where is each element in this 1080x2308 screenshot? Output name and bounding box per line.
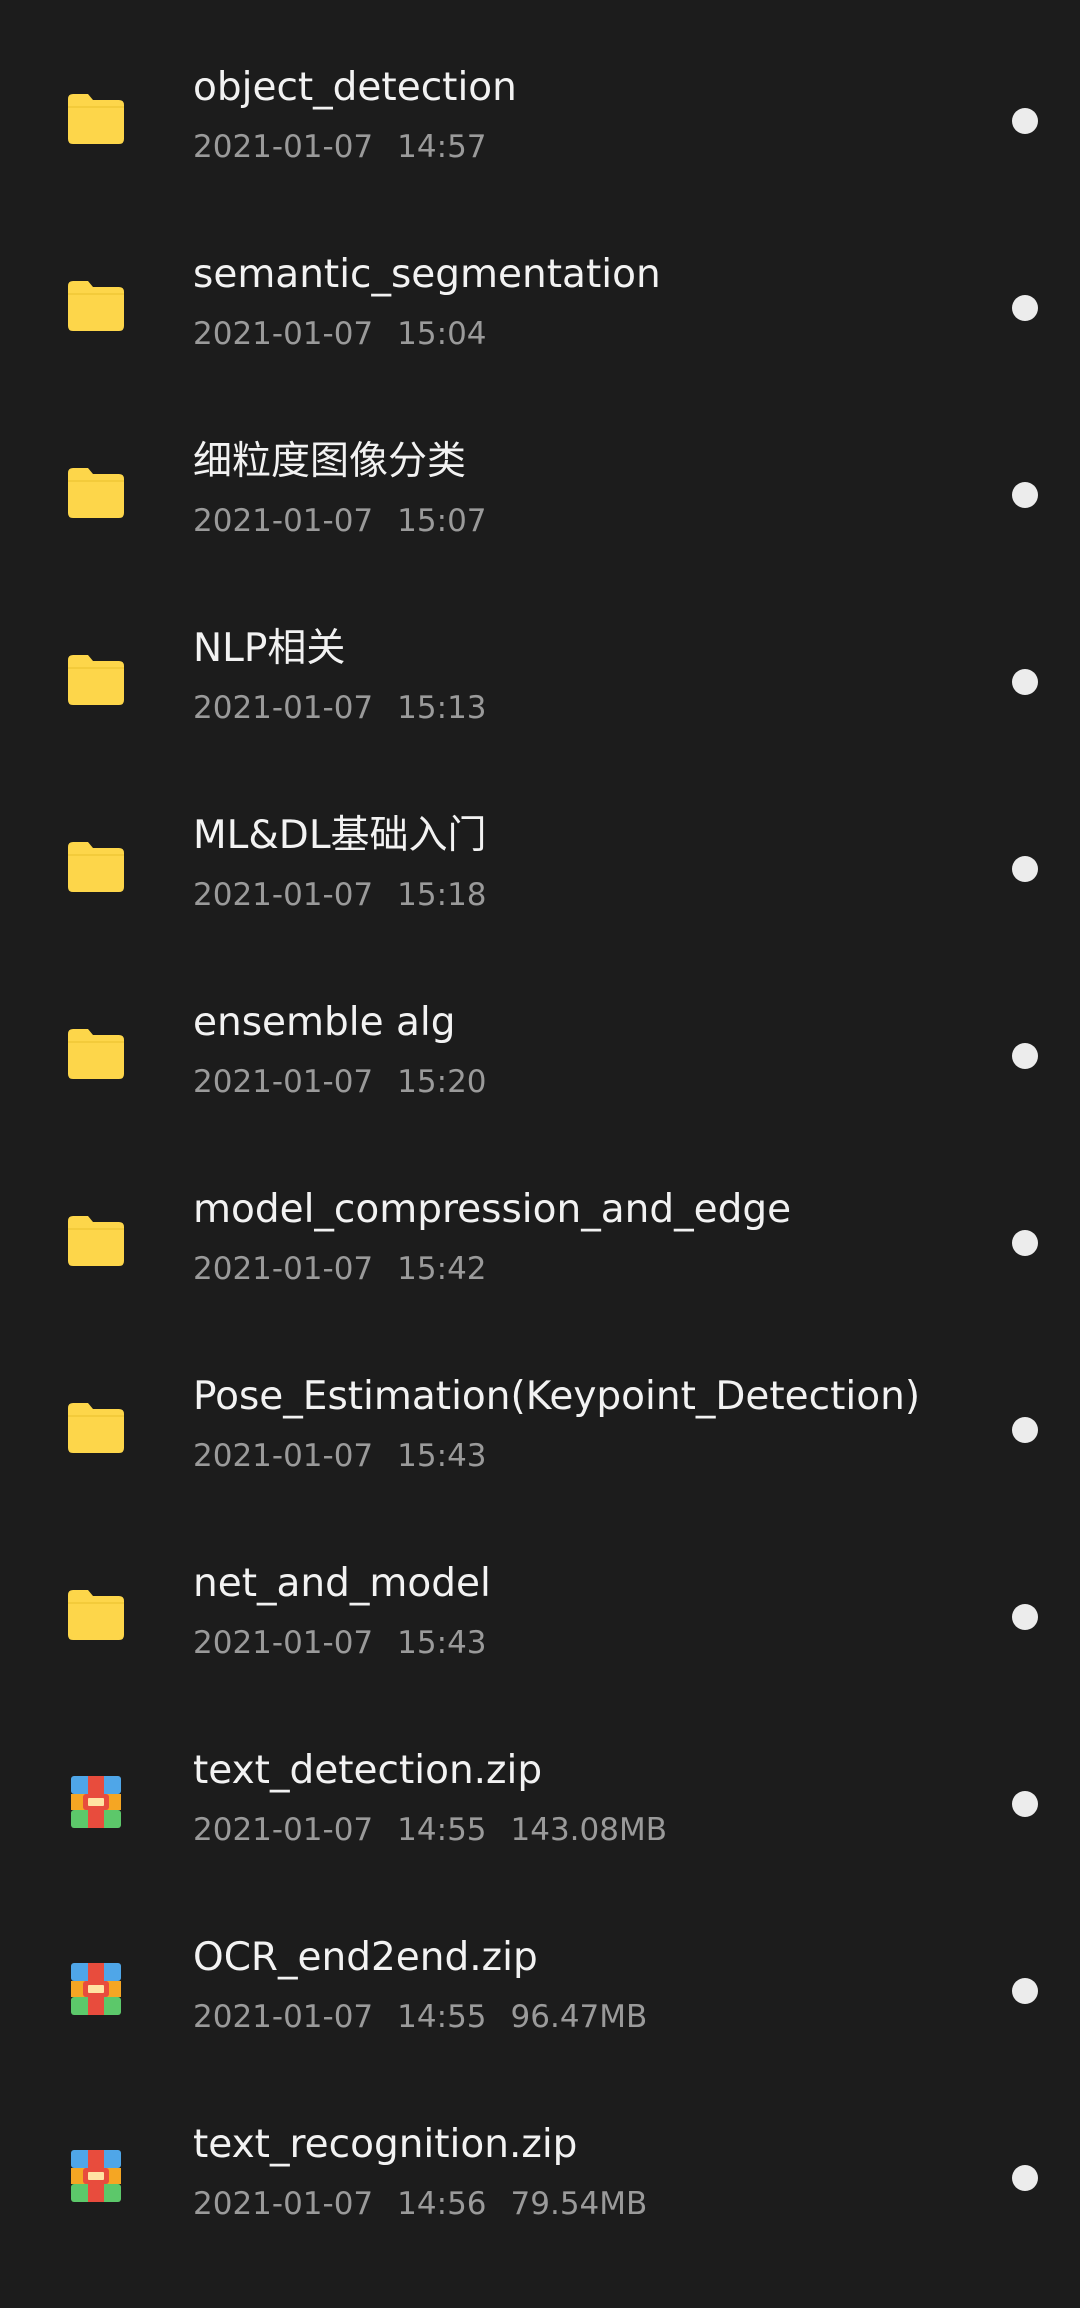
- file-date: 2021-01-07: [193, 503, 374, 539]
- select-radio-button[interactable]: [1012, 1230, 1038, 1256]
- select-radio-button[interactable]: [1012, 1978, 1038, 2004]
- file-row[interactable]: model_compression_and_edge 2021-01-07 15:…: [0, 1150, 1080, 1337]
- select-radio-button[interactable]: [1012, 1604, 1038, 1630]
- file-size: 96.47MB: [510, 1999, 648, 2035]
- file-date: 2021-01-07: [193, 129, 374, 165]
- file-date: 2021-01-07: [193, 1064, 374, 1100]
- select-radio-button[interactable]: [1012, 1791, 1038, 1817]
- file-meta: 2021-01-07 14:56 79.54MB: [193, 2189, 647, 2220]
- file-meta: 2021-01-07 14:57: [193, 132, 487, 163]
- file-time: 15:20: [397, 1064, 487, 1100]
- file-date: 2021-01-07: [193, 2186, 374, 2222]
- file-time: 15:07: [397, 503, 487, 539]
- file-meta: 2021-01-07 15:43: [193, 1441, 487, 1472]
- select-radio-button[interactable]: [1012, 1417, 1038, 1443]
- file-name: semantic_segmentation: [193, 252, 661, 297]
- file-name: 细粒度图像分类: [193, 439, 467, 484]
- file-row[interactable]: ensemble alg 2021-01-07 15:20: [0, 963, 1080, 1150]
- file-row[interactable]: OCR综述及其他 2021-01-0714:52: [0, 0, 1080, 28]
- file-time: 15:18: [397, 877, 487, 913]
- file-date: 2021-01-07: [193, 1625, 374, 1661]
- file-time: 15:42: [397, 1251, 487, 1287]
- zip-archive-icon: [71, 2150, 121, 2202]
- file-row[interactable]: NLP相关 2021-01-07 15:13: [0, 589, 1080, 776]
- file-time: 15:43: [397, 1625, 487, 1661]
- file-time: 14:55: [397, 1812, 487, 1848]
- file-time: 14:56: [397, 2186, 487, 2222]
- file-date: 2021-01-07: [193, 690, 374, 726]
- folder-icon: [68, 94, 124, 144]
- file-row[interactable]: text_detection.zip 2021-01-07 14:55 143.08…: [0, 1711, 1080, 1898]
- file-name: model_compression_and_edge: [193, 1187, 792, 1232]
- select-radio-button[interactable]: [1012, 856, 1038, 882]
- file-date: 2021-01-07: [193, 1812, 374, 1848]
- select-radio-button[interactable]: [1012, 295, 1038, 321]
- file-meta: 2021-01-07 15:13: [193, 693, 487, 724]
- file-size: 143.08MB: [510, 1812, 667, 1848]
- file-name: ML&DL基础入门: [193, 813, 487, 858]
- file-row[interactable]: Pose_Estimation(Keypoint_Detection) 2021…: [0, 1337, 1080, 1524]
- folder-icon: [68, 468, 124, 518]
- file-time: 14:57: [397, 129, 487, 165]
- zip-archive-icon: [71, 1963, 121, 2015]
- file-row[interactable]: text_recognition.zip 2021-01-07 14:56 79.5…: [0, 2085, 1080, 2272]
- file-date: 2021-01-07: [193, 1251, 374, 1287]
- file-meta: 2021-01-07 15:42: [193, 1254, 487, 1285]
- file-meta: 2021-01-07 15:04: [193, 319, 487, 350]
- file-time: 15:13: [397, 690, 487, 726]
- folder-icon: [68, 1029, 124, 1079]
- folder-icon: [68, 1590, 124, 1640]
- file-row[interactable]: semantic_segmentation 2021-01-07 15:04: [0, 215, 1080, 402]
- select-radio-button[interactable]: [1012, 669, 1038, 695]
- folder-icon: [68, 1216, 124, 1266]
- file-meta: 2021-01-07 15:07: [193, 506, 487, 537]
- file-name: text_recognition.zip: [193, 2122, 578, 2167]
- file-date: 2021-01-07: [193, 316, 374, 352]
- file-row[interactable]: 细粒度图像分类 2021-01-07 15:07: [0, 402, 1080, 589]
- file-name: NLP相关: [193, 626, 346, 671]
- file-meta: 2021-01-07 15:18: [193, 880, 487, 911]
- file-time: 15:04: [397, 316, 487, 352]
- file-date: 2021-01-07: [193, 1999, 374, 2035]
- file-meta: 2021-01-07 15:43: [193, 1628, 487, 1659]
- file-list: OCR综述及其他 2021-01-0714:52 object_detectio…: [0, 0, 1080, 2272]
- file-name: ensemble alg: [193, 1000, 456, 1045]
- folder-icon: [68, 655, 124, 705]
- file-time: 15:43: [397, 1438, 487, 1474]
- file-meta: 2021-01-07 14:55 96.47MB: [193, 2002, 647, 2033]
- file-row[interactable]: net_and_model 2021-01-07 15:43: [0, 1524, 1080, 1711]
- folder-icon: [68, 842, 124, 892]
- file-row[interactable]: object_detection 2021-01-07 14:57: [0, 28, 1080, 215]
- select-radio-button[interactable]: [1012, 2165, 1038, 2191]
- select-radio-button[interactable]: [1012, 108, 1038, 134]
- file-date: 2021-01-07: [193, 1438, 374, 1474]
- file-name: Pose_Estimation(Keypoint_Detection): [193, 1374, 921, 1419]
- zip-archive-icon: [71, 1776, 121, 1828]
- file-date: 2021-01-07: [193, 877, 374, 913]
- file-name: OCR_end2end.zip: [193, 1935, 538, 1980]
- folder-icon: [68, 1403, 124, 1453]
- file-meta: 2021-01-07 15:20: [193, 1067, 487, 1098]
- file-time: 14:55: [397, 1999, 487, 2035]
- file-size: 79.54MB: [510, 2186, 648, 2222]
- file-row[interactable]: OCR_end2end.zip 2021-01-07 14:55 96.47MB: [0, 1898, 1080, 2085]
- select-radio-button[interactable]: [1012, 1043, 1038, 1069]
- file-name: object_detection: [193, 65, 517, 110]
- file-row[interactable]: ML&DL基础入门 2021-01-07 15:18: [0, 776, 1080, 963]
- file-meta: 2021-01-07 14:55 143.08MB: [193, 1815, 667, 1846]
- select-radio-button[interactable]: [1012, 482, 1038, 508]
- folder-icon: [68, 281, 124, 331]
- file-name: text_detection.zip: [193, 1748, 543, 1793]
- file-name: net_and_model: [193, 1561, 491, 1606]
